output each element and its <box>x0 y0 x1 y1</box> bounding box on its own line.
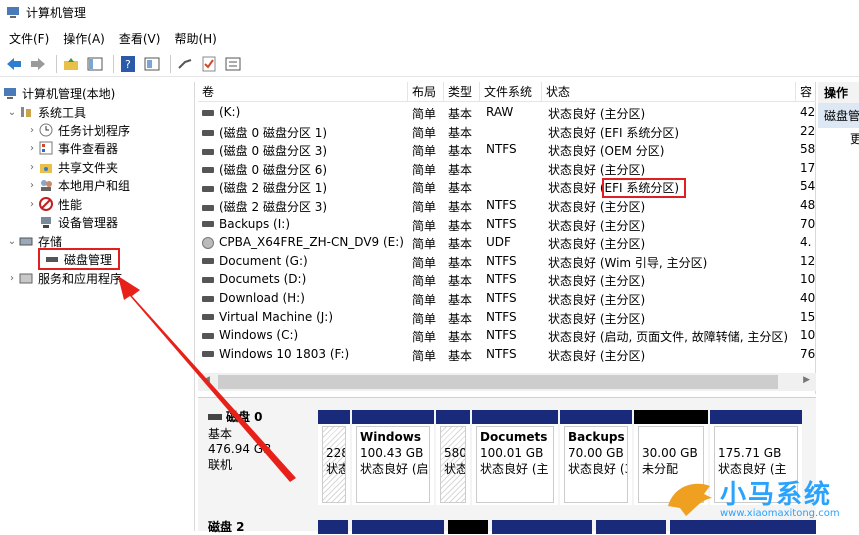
watermark-text: 小马系统 <box>720 480 833 510</box>
watermark-url: www.xiaomaxitong.com <box>720 508 840 519</box>
watermark: 小马系统 www.xiaomaxitong.com <box>660 470 859 531</box>
annotation-arrow <box>118 276 296 482</box>
horse-logo-icon <box>668 483 712 516</box>
